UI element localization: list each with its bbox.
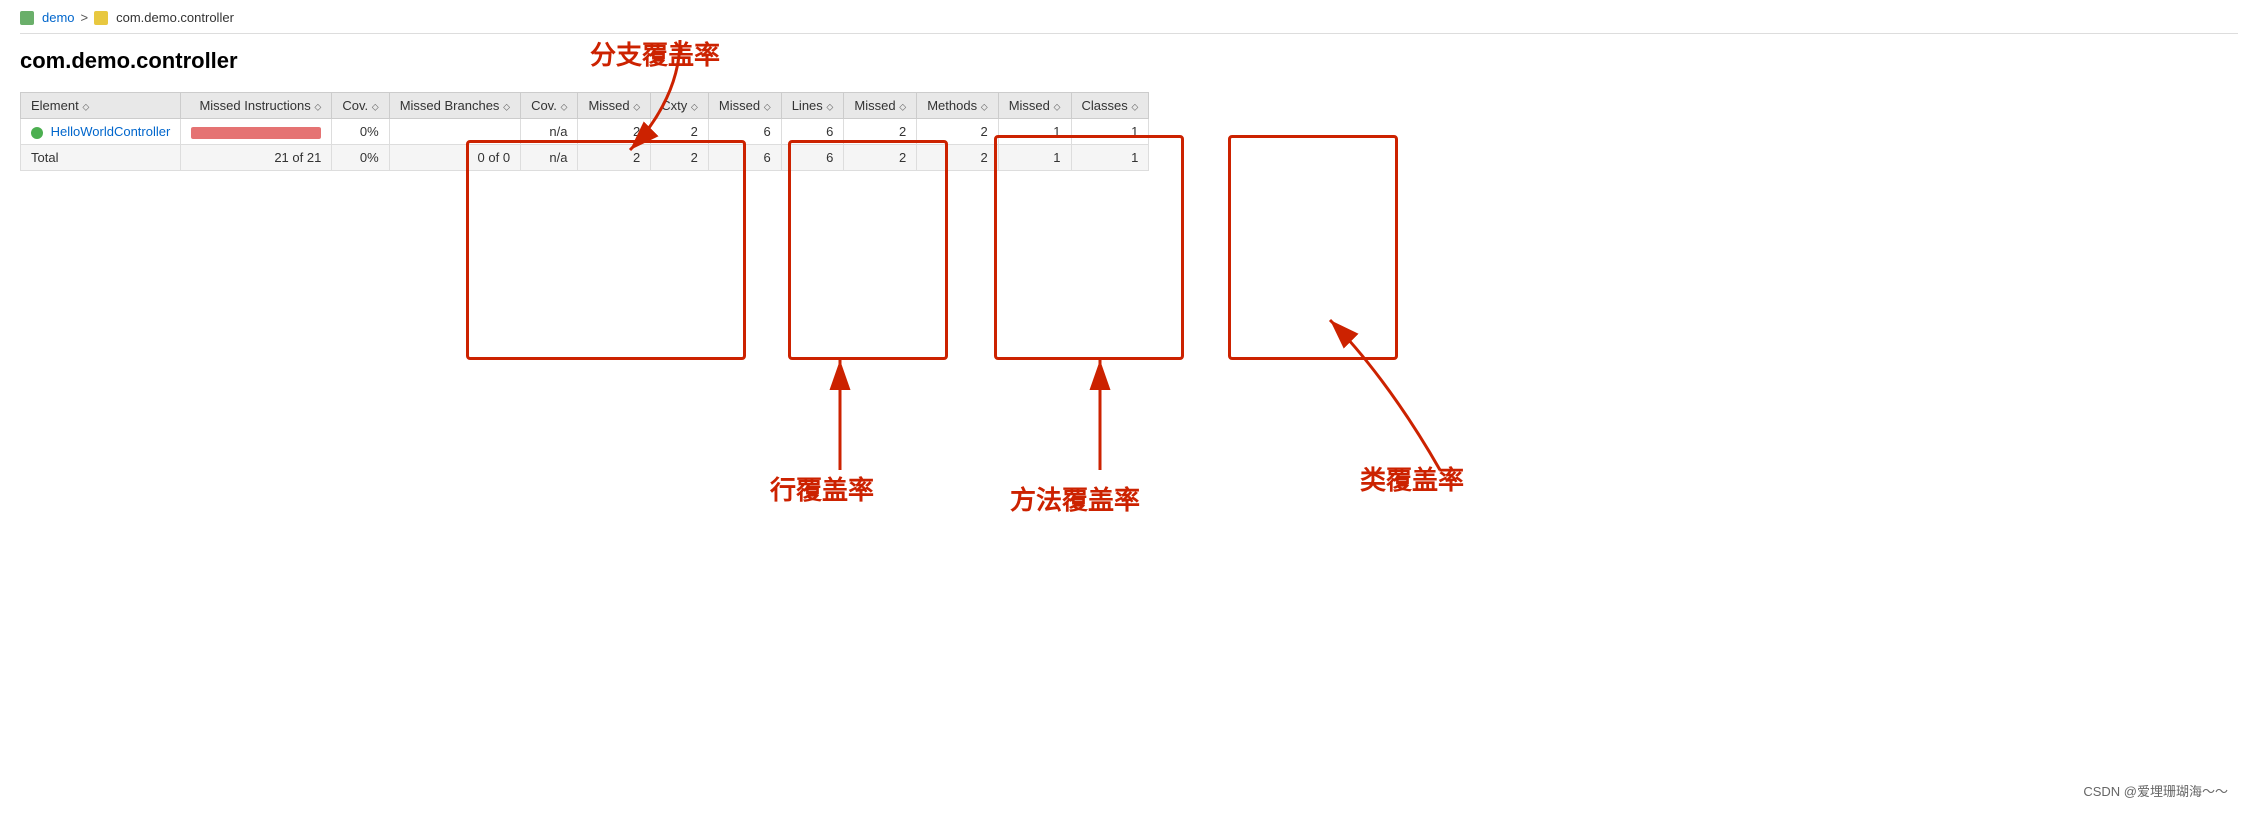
cell-lines-1: 6 bbox=[781, 119, 844, 145]
col-missed-instructions[interactable]: Missed Instructions ⬦ bbox=[181, 93, 332, 119]
cell-element-2: Total bbox=[21, 145, 181, 171]
cell-cxty-2: 2 bbox=[651, 145, 709, 171]
red-box-branches bbox=[466, 140, 746, 360]
breadcrumb-separator: > bbox=[81, 10, 89, 25]
status-icon-1 bbox=[31, 127, 43, 139]
col-missed-methods[interactable]: Missed ⬦ bbox=[844, 93, 917, 119]
cell-missed-branches-1 bbox=[389, 119, 520, 145]
col-element[interactable]: Element ⬦ bbox=[21, 93, 181, 119]
cell-missed-instructions-2: 21 of 21 bbox=[181, 145, 332, 171]
controller-icon bbox=[94, 11, 108, 25]
red-box-lines bbox=[788, 140, 948, 360]
cell-cov2-2: n/a bbox=[521, 145, 578, 171]
table-row: Total 21 of 21 0% 0 of 0 n/a 2 2 6 6 2 2… bbox=[21, 145, 1149, 171]
method-coverage-label: 方法覆盖率 bbox=[1010, 480, 1140, 517]
col-methods[interactable]: Methods ⬦ bbox=[917, 93, 999, 119]
footer-text: CSDN @爱埋珊瑚海～～ bbox=[2083, 784, 2228, 799]
cell-cxty-1: 2 bbox=[651, 119, 709, 145]
table-row: HelloWorldController 0% n/a 2 2 6 6 2 2 … bbox=[21, 119, 1149, 145]
cell-cov1-1: 0% bbox=[332, 119, 389, 145]
sort-icon-lines: ⬦ bbox=[826, 102, 833, 113]
breadcrumb: demo > com.demo.controller bbox=[20, 10, 2238, 34]
sort-icon-missed-instructions: ⬦ bbox=[314, 102, 321, 113]
sort-icon-element: ⬦ bbox=[82, 102, 89, 113]
sort-icon-cov2: ⬦ bbox=[560, 102, 567, 113]
breadcrumb-demo-link[interactable]: demo bbox=[42, 10, 75, 25]
sort-icon-missed-lines: ⬦ bbox=[764, 102, 771, 113]
sort-icon-cov1: ⬦ bbox=[372, 102, 379, 113]
cell-missed-classes-2: 1 bbox=[998, 145, 1071, 171]
class-coverage-label: 类覆盖率 bbox=[1360, 460, 1464, 497]
col-missed-branches[interactable]: Missed Branches ⬦ bbox=[389, 93, 520, 119]
col-lines[interactable]: Lines ⬦ bbox=[781, 93, 844, 119]
col-missed-classes[interactable]: Missed ⬦ bbox=[998, 93, 1071, 119]
cell-cov1-2: 0% bbox=[332, 145, 389, 171]
cell-classes-1: 1 bbox=[1071, 119, 1149, 145]
cell-missed-classes-1: 1 bbox=[998, 119, 1071, 145]
cell-cov2-1: n/a bbox=[521, 119, 578, 145]
col-classes[interactable]: Classes ⬦ bbox=[1071, 93, 1149, 119]
cell-missed-branches-2: 0 of 0 bbox=[389, 145, 520, 171]
cell-missed-cxty-1: 2 bbox=[578, 119, 651, 145]
sort-icon-missed-classes: ⬦ bbox=[1054, 102, 1061, 113]
cell-element-1: HelloWorldController bbox=[21, 119, 181, 145]
red-box-classes bbox=[1228, 135, 1398, 360]
col-cxty[interactable]: Cxty ⬦ bbox=[651, 93, 709, 119]
sort-icon-missed-branches: ⬦ bbox=[503, 102, 510, 113]
cell-methods-2: 2 bbox=[917, 145, 999, 171]
cell-missed-methods-2: 2 bbox=[844, 145, 917, 171]
cell-missed-instructions-1 bbox=[181, 119, 332, 145]
demo-icon bbox=[20, 11, 34, 25]
col-cov2[interactable]: Cov. ⬦ bbox=[521, 93, 578, 119]
arrow-line-coverage bbox=[780, 340, 900, 480]
cell-missed-lines-2: 6 bbox=[708, 145, 781, 171]
col-missed-cxty[interactable]: Missed ⬦ bbox=[578, 93, 651, 119]
progress-bar-1 bbox=[191, 127, 321, 139]
line-coverage-label: 行覆盖率 bbox=[770, 470, 874, 507]
col-cov1[interactable]: Cov. ⬦ bbox=[332, 93, 389, 119]
cell-lines-2: 6 bbox=[781, 145, 844, 171]
element-link-1[interactable]: HelloWorldController bbox=[51, 124, 171, 139]
sort-icon-classes: ⬦ bbox=[1131, 102, 1138, 113]
coverage-table: Element ⬦ Missed Instructions ⬦ Cov. ⬦ M… bbox=[20, 92, 1149, 171]
cell-methods-1: 2 bbox=[917, 119, 999, 145]
footer: CSDN @爱埋珊瑚海～～ bbox=[2083, 781, 2228, 800]
sort-icon-missed-cxty: ⬦ bbox=[633, 102, 640, 113]
sort-icon-methods: ⬦ bbox=[981, 102, 988, 113]
sort-icon-missed-methods: ⬦ bbox=[899, 102, 906, 113]
cell-classes-2: 1 bbox=[1071, 145, 1149, 171]
arrow-class-coverage bbox=[1280, 300, 1480, 480]
cell-missed-methods-1: 2 bbox=[844, 119, 917, 145]
page-title: com.demo.controller bbox=[20, 48, 2238, 74]
table-header-row: Element ⬦ Missed Instructions ⬦ Cov. ⬦ M… bbox=[21, 93, 1149, 119]
arrow-method-coverage bbox=[1050, 340, 1150, 480]
sort-icon-cxty: ⬦ bbox=[691, 102, 698, 113]
col-missed-lines[interactable]: Missed ⬦ bbox=[708, 93, 781, 119]
progress-fill-1 bbox=[191, 127, 321, 139]
cell-missed-cxty-2: 2 bbox=[578, 145, 651, 171]
breadcrumb-current: com.demo.controller bbox=[116, 10, 234, 25]
cell-missed-lines-1: 6 bbox=[708, 119, 781, 145]
